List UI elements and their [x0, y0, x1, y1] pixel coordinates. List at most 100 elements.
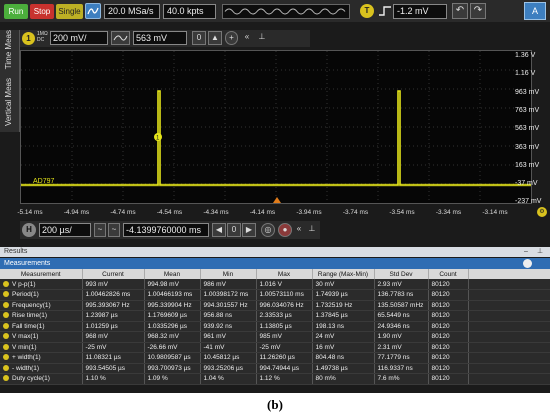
measurement-value-cell: 80120 [428, 289, 469, 301]
record-icon[interactable]: ● [278, 223, 292, 237]
pin-icon[interactable]: ⊥ [256, 31, 268, 45]
channel-1-trace [21, 90, 531, 186]
collapse-left-icon[interactable]: « [241, 31, 253, 45]
row-filler [468, 321, 550, 332]
column-header[interactable]: Current [82, 269, 145, 279]
measurement-value-cell: 30 mV [312, 279, 375, 290]
single-button[interactable]: Single [56, 4, 83, 19]
measurement-value-cell: 996.034076 Hz [256, 300, 313, 311]
run-button[interactable]: Run [4, 4, 28, 19]
zoom-wave-button[interactable]: ~ [94, 223, 106, 237]
memory-depth-display[interactable]: 40.0 kpts [163, 4, 216, 19]
measurement-value-cell: 1.49738 µs [312, 363, 375, 374]
channel-color-dot [3, 333, 9, 340]
measurement-value-cell: 136.7783 ns [374, 289, 429, 301]
rising-edge-icon[interactable] [378, 4, 392, 18]
autoscale-button[interactable]: A [524, 2, 546, 20]
measurement-name: V p-p(1) [12, 280, 36, 288]
tab-vertical-meas[interactable]: Vertical Meas [0, 78, 20, 132]
measurement-settings-icon[interactable] [523, 259, 532, 268]
time-delay-field[interactable]: -4.1399760000 ms [123, 223, 209, 237]
waveform-graticule[interactable]: AD797 1 [20, 50, 532, 204]
delay-zero-button[interactable]: 0 [227, 223, 241, 237]
invert-waveform-button[interactable] [111, 31, 130, 45]
oscilloscope-screen: Run Stop Single 20.0 MSa/s 40.0 kpts T -… [0, 0, 550, 393]
auto-trigger-icon[interactable] [85, 3, 101, 19]
time-scale-field[interactable]: 200 µs/ [39, 223, 91, 237]
measurement-value-cell: 994.301557 Hz [200, 300, 257, 311]
table-row[interactable]: + width(1) 11.08321 µs 10.9809587 µs 10.458… [0, 352, 550, 364]
table-row[interactable]: Frequency(1) 995.393067 Hz 995.339904 Hz 99… [0, 300, 550, 311]
horizontal-badge[interactable]: H [22, 223, 36, 237]
trigger-badge[interactable]: T [360, 4, 374, 18]
invert-wave-icon [113, 35, 128, 41]
measurement-value-cell: 1.74939 µs [312, 289, 375, 301]
column-header[interactable]: Min [200, 269, 257, 279]
table-row[interactable]: Rise time(1) 1.23987 µs 1.1769609 µs 956.88… [0, 310, 550, 322]
time-tick-label: -3.34 ms [435, 209, 462, 216]
minimize-icon[interactable]: – [524, 247, 528, 257]
delay-right-button[interactable]: ▶ [242, 223, 256, 237]
pin-icon[interactable]: ⊥ [307, 223, 317, 237]
measurement-value-cell: 939.92 ns [200, 321, 257, 332]
measurement-value-cell: 993.54505 µs [82, 363, 145, 374]
measurement-value-cell: 995.393067 Hz [82, 300, 145, 311]
delay-left-button[interactable]: ◀ [212, 223, 226, 237]
stop-button[interactable]: Stop [30, 4, 54, 19]
table-row[interactable]: V p-p(1) 993 mV 994.98 mV 986 mV 1.016 V 30 m… [0, 279, 550, 290]
undo-button[interactable]: ↶ [452, 3, 468, 19]
time-tick-label: -3.14 ms [482, 209, 508, 216]
column-header[interactable]: Measurement [0, 269, 83, 279]
redo-button[interactable]: ↷ [470, 3, 486, 19]
measurement-value-cell: 1.12 % [256, 373, 313, 385]
tab-time-meas[interactable]: Time Meas [0, 30, 20, 78]
channel-color-dot [3, 301, 9, 308]
table-row[interactable]: V min(1) -25 mV -26.66 mV -41 mV -25 mV 16 mV… [0, 342, 550, 353]
offset-up-button[interactable]: ▲ [208, 31, 222, 45]
table-row[interactable]: Period(1) 1.00462826 ms 1.00466193 ms 1.003… [0, 289, 550, 301]
acquisition-overview[interactable] [222, 4, 350, 19]
measurement-value-cell: 80120 [428, 363, 469, 374]
voltage-tick-label: 763 mV [515, 106, 540, 114]
measurement-value-cell: 993.700973 µs [144, 363, 201, 374]
table-row[interactable]: V max(1) 968 mV 968.32 mV 961 mV 985 mV 24 mV… [0, 331, 550, 343]
table-row[interactable]: Fall time(1) 1.01259 µs 1.0335296 µs 939.92… [0, 321, 550, 332]
zoom-out-button[interactable]: ~ [108, 223, 120, 237]
vertical-offset-field[interactable]: 563 mV [133, 31, 187, 45]
offset-zero-button[interactable]: 0 [192, 31, 206, 45]
measurement-value-cell: 985 mV [256, 331, 313, 343]
measurement-value-cell: 1.10 % [82, 373, 145, 385]
measurement-value-cell: 804.48 ns [312, 352, 375, 364]
figure-caption: (b) [0, 397, 550, 413]
channel-1-badge[interactable]: 1 [22, 32, 35, 45]
measurement-value-cell: 80120 [428, 342, 469, 353]
table-row[interactable]: - width(1) 993.54505 µs 993.700973 µs 993.2… [0, 363, 550, 374]
table-row[interactable]: Duty cycle(1) 1.10 % 1.09 % 1.04 % 1.12 % 80 … [0, 373, 550, 385]
channel-color-dot [3, 343, 9, 350]
measurement-value-cell: 80120 [428, 321, 469, 332]
column-header[interactable]: Max [256, 269, 313, 279]
measurement-name: - width(1) [12, 364, 40, 372]
add-channel-icon[interactable]: + [225, 31, 238, 45]
acquisition-sine-icon [224, 8, 346, 15]
measurement-name-cell: Fall time(1) [0, 321, 83, 332]
channel-coupling: 1MΩ DC [37, 31, 48, 43]
measurement-value-cell: 65.5449 ns [374, 310, 429, 322]
collapse-left-icon[interactable]: « [294, 223, 304, 237]
measurement-value-cell: 16 mV [312, 342, 375, 353]
pin-icon[interactable]: ⊥ [537, 247, 543, 257]
measurement-value-cell: 1.016 V [256, 279, 313, 290]
sample-rate-display[interactable]: 20.0 MSa/s [104, 4, 160, 19]
center-delay-icon[interactable]: ◎ [261, 223, 275, 237]
column-header[interactable]: Count [428, 269, 469, 279]
trigger-level-display[interactable]: -1.2 mV [393, 4, 447, 19]
measurement-value-cell: 1.23987 µs [82, 310, 145, 322]
column-header[interactable]: Mean [144, 269, 201, 279]
column-header[interactable]: Std Dev [374, 269, 429, 279]
trace-noise-band [21, 183, 531, 187]
time-axis-settings-icon[interactable]: ⚙ [537, 207, 547, 217]
measurements-title: Measurements [4, 260, 51, 267]
column-header[interactable]: Range (Max-Min) [312, 269, 375, 279]
channel-color-dot [3, 364, 9, 371]
vertical-scale-field[interactable]: 200 mV/ [50, 31, 108, 45]
